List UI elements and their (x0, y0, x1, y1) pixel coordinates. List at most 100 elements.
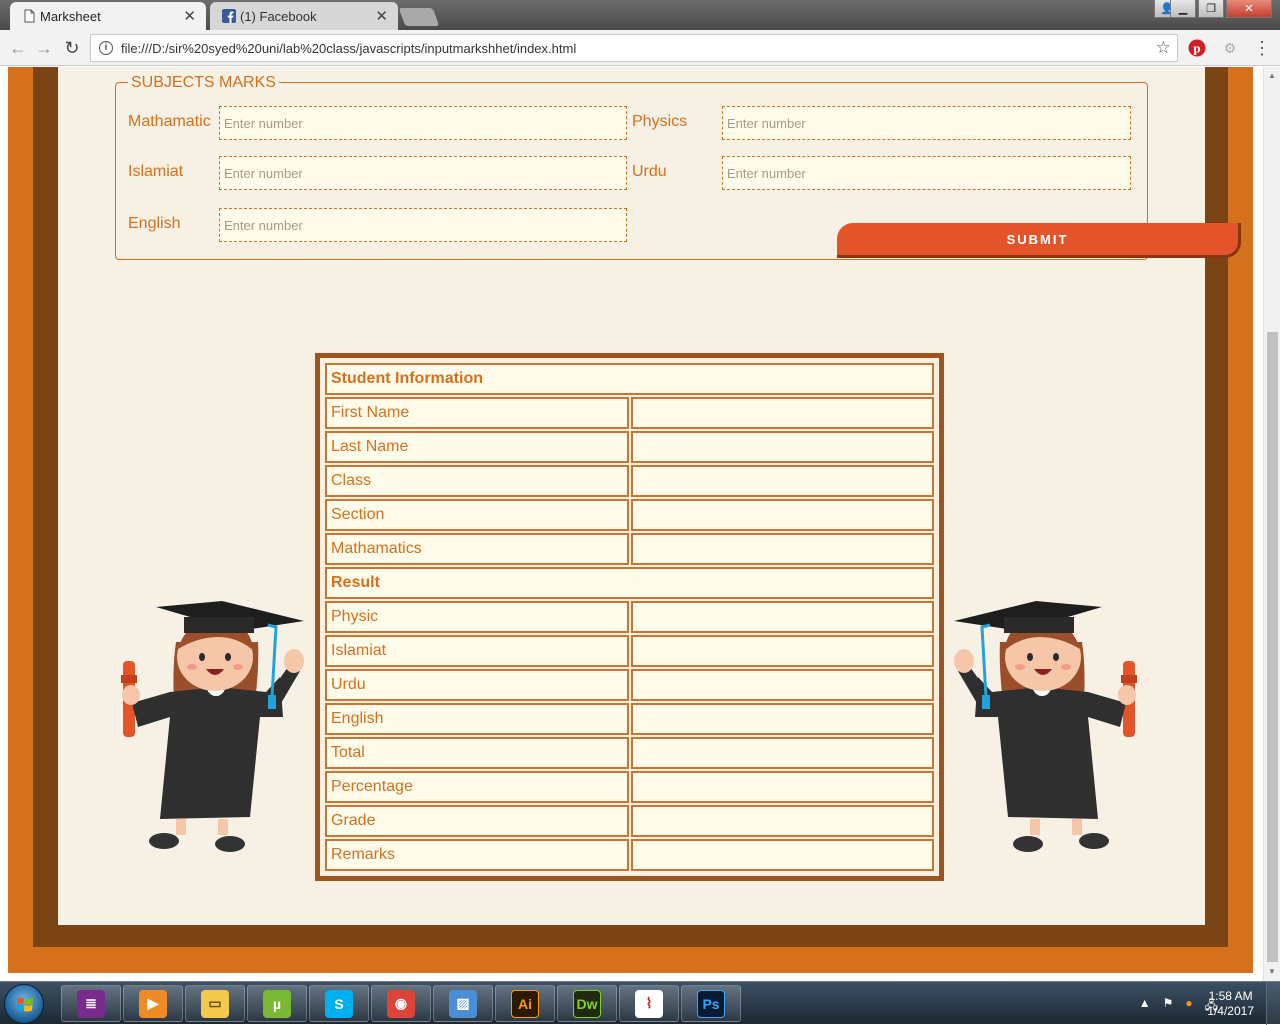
tab-marksheet[interactable]: Marksheet ✕ (10, 2, 206, 30)
reload-icon[interactable]: ↻ (60, 36, 84, 60)
taskbar-button-illustrator[interactable]: Ai (495, 985, 555, 1022)
urdu-label: Urdu (632, 163, 667, 180)
table-row: English (325, 703, 934, 735)
taskbar-button-image-viewer[interactable]: ▨ (433, 985, 493, 1022)
scroll-up-arrow-icon[interactable]: ▲ (1268, 71, 1276, 80)
table-row: Urdu (325, 669, 934, 701)
table-row: Mathamatics (325, 533, 934, 565)
row-value-cell (631, 499, 934, 531)
islamiat-input[interactable] (219, 156, 627, 190)
url-bar[interactable]: i file:///D:/sir%20syed%20uni/lab%20clas… (90, 34, 1178, 62)
row-value-cell (631, 703, 934, 735)
english-input[interactable] (219, 208, 627, 242)
taskbar-button-acrobat[interactable]: ⌇ (619, 985, 679, 1022)
taskbar-button-chrome[interactable]: ◉ (371, 985, 431, 1022)
svg-text:p: p (1193, 41, 1200, 56)
row-label: Physic (325, 601, 629, 633)
table-row: Percentage (325, 771, 934, 803)
islamiat-label: Islamiat (128, 163, 184, 180)
page-icon (24, 9, 35, 23)
scrollbar-thumb[interactable] (1267, 332, 1278, 962)
clock[interactable]: 1:58 AM 1/4/2017 (1207, 989, 1254, 1019)
photoshop-icon: Ps (697, 989, 725, 1018)
browser-tab-strip: Marksheet ✕ (1) Facebook ✕ 👤 ▁ ❐ ✕ (0, 0, 1280, 30)
windows-logo-icon (16, 997, 33, 1012)
window-controls: ▁ ❐ ✕ (1170, 0, 1272, 18)
tab-title: (1) Facebook (240, 8, 317, 24)
result-header-row: Result (325, 567, 934, 599)
avast-icon[interactable]: ● (1185, 996, 1192, 1017)
start-button[interactable] (4, 984, 44, 1024)
student-information-header-row: Student Information (325, 363, 934, 395)
row-label: English (325, 703, 629, 735)
row-label: Remarks (325, 839, 629, 871)
tab-facebook[interactable]: (1) Facebook ✕ (210, 2, 398, 30)
maximize-button[interactable]: ❐ (1198, 0, 1224, 18)
math-label: Mathamatic (128, 113, 211, 130)
taskbar-button-utorrent[interactable]: µ (247, 985, 307, 1022)
taskbar-button-dreamweaver[interactable]: Dw (557, 985, 617, 1022)
result-table: Student Information First Name Last Name Cl… (323, 361, 936, 873)
close-tab-icon[interactable]: ✕ (375, 7, 388, 25)
bookmark-star-icon[interactable]: ☆ (1156, 38, 1171, 58)
clock-time: 1:58 AM (1208, 989, 1253, 1003)
taskbar-button-media-player[interactable]: ▶ (123, 985, 183, 1022)
physics-input[interactable] (722, 106, 1131, 140)
table-row: Class (325, 465, 934, 497)
row-value-cell (631, 465, 934, 497)
back-arrow-icon[interactable]: ← (6, 36, 30, 60)
extension-icon[interactable]: ⚙ (1220, 38, 1240, 58)
row-value-cell (631, 771, 934, 803)
table-row: Physic (325, 601, 934, 633)
illustrator-icon: Ai (511, 989, 539, 1018)
vertical-scrollbar[interactable]: ▲ ▼ (1263, 67, 1280, 981)
row-label: Mathamatics (325, 533, 629, 565)
taskbar-button-skype[interactable]: S (309, 985, 369, 1022)
row-label: Total (325, 737, 629, 769)
math-input[interactable] (219, 106, 627, 140)
tab-title: Marksheet (40, 8, 101, 24)
row-value-cell (631, 601, 934, 633)
forward-arrow-icon[interactable]: → (32, 36, 56, 60)
close-tab-icon[interactable]: ✕ (183, 7, 196, 25)
row-label: First Name (325, 397, 629, 429)
show-hidden-icons-icon[interactable]: ▲ (1139, 996, 1151, 1017)
menu-icon[interactable]: ⋮ (1252, 38, 1272, 58)
clock-date: 1/4/2017 (1207, 1004, 1254, 1018)
winrar-icon: ≣ (77, 989, 105, 1018)
taskbar-button-photoshop[interactable]: Ps (681, 985, 741, 1022)
row-label: Class (325, 465, 629, 497)
page-viewport: SUBJECTS MARKS Mathamatic Physics Islami… (0, 67, 1263, 981)
taskbar-button-winrar[interactable]: ≣ (61, 985, 121, 1022)
show-desktop-button[interactable] (1266, 982, 1280, 1025)
minimize-button[interactable]: ▁ (1170, 0, 1196, 18)
row-label: Urdu (325, 669, 629, 701)
pinterest-icon[interactable]: p (1187, 38, 1207, 58)
table-row: Remarks (325, 839, 934, 871)
scroll-down-arrow-icon[interactable]: ▼ (1268, 967, 1276, 976)
physics-label: Physics (632, 113, 688, 130)
table-row: Total (325, 737, 934, 769)
fieldset-legend: SUBJECTS MARKS (128, 74, 279, 92)
row-value-cell (631, 805, 934, 837)
row-value-cell (631, 397, 934, 429)
windows-taskbar: ≣ ▶ ▭ µ S ◉ ▨ Ai Dw ⌇ Ps ▲ ⚑ ● 🖧 1:58 AM 1/4/2017 (0, 981, 1280, 1025)
table-row: Last Name (325, 431, 934, 463)
subjects-marks-fieldset: SUBJECTS MARKS Mathamatic Physics Islami… (115, 74, 1241, 260)
file-explorer-icon: ▭ (201, 989, 229, 1018)
row-value-cell (631, 839, 934, 871)
info-icon[interactable]: i (99, 41, 113, 55)
acrobat-icon: ⌇ (635, 989, 663, 1018)
row-label: Islamiat (325, 635, 629, 667)
new-tab-button[interactable] (398, 8, 440, 26)
taskbar-button-file-explorer[interactable]: ▭ (185, 985, 245, 1022)
action-center-flag-icon[interactable]: ⚑ (1163, 996, 1174, 1017)
dreamweaver-icon: Dw (573, 989, 601, 1018)
row-label: Grade (325, 805, 629, 837)
row-value-cell (631, 669, 934, 701)
result-table-wrapper: Student Information First Name Last Name Cl… (315, 353, 944, 881)
urdu-input[interactable] (722, 156, 1131, 190)
row-value-cell (631, 431, 934, 463)
close-window-button[interactable]: ✕ (1226, 0, 1272, 18)
submit-button[interactable]: SUBMIT (837, 223, 1241, 258)
